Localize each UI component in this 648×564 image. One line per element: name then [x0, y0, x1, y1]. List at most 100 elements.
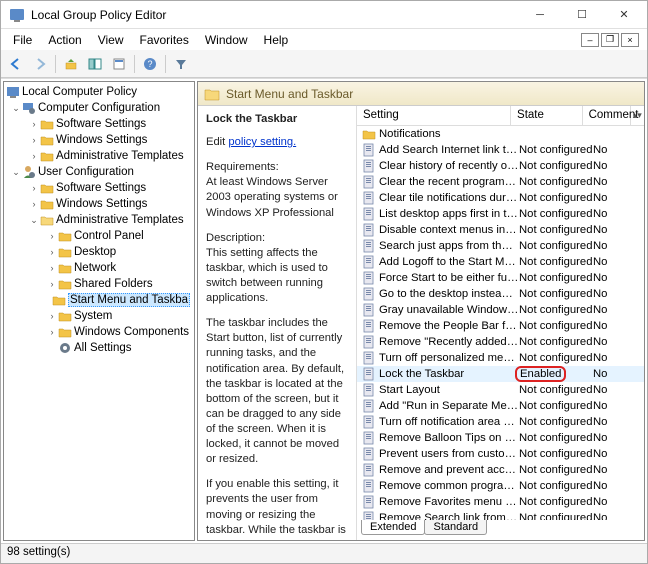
- minimize-button[interactable]: ─: [519, 2, 561, 28]
- expand-icon[interactable]: ›: [28, 135, 40, 145]
- expand-icon[interactable]: ›: [28, 199, 40, 209]
- expand-icon[interactable]: ›: [46, 311, 58, 321]
- expand-icon[interactable]: ⌄: [28, 215, 40, 226]
- tree-item[interactable]: ⌄Administrative Templates: [4, 212, 194, 228]
- expand-icon[interactable]: ›: [28, 119, 40, 129]
- row-state: Not configured: [519, 464, 593, 476]
- policy-item-icon: [361, 495, 377, 509]
- row-setting: Add "Run in Separate Memory...: [379, 400, 519, 412]
- row-setting: Turn off notification area clean...: [379, 416, 519, 428]
- list-row[interactable]: Clear the recent programs list f...Not c…: [357, 174, 644, 190]
- list-row[interactable]: Remove the People Bar from t...Not confi…: [357, 318, 644, 334]
- list-row[interactable]: Turn off notification area clean...Not c…: [357, 414, 644, 430]
- expand-icon[interactable]: ›: [46, 247, 58, 257]
- expand-icon[interactable]: ›: [28, 151, 40, 161]
- tree-item[interactable]: ›Control Panel: [4, 228, 194, 244]
- list-row[interactable]: Remove and prevent access to...Not confi…: [357, 462, 644, 478]
- tree-item[interactable]: ›Software Settings: [4, 116, 194, 132]
- mdi-close-button[interactable]: ×: [621, 33, 639, 47]
- collapse-icon[interactable]: ⌄: [10, 167, 22, 178]
- tree-item[interactable]: ›Windows Components: [4, 324, 194, 340]
- policy-item-icon: [361, 351, 377, 365]
- menu-view[interactable]: View: [90, 31, 132, 49]
- tree-item[interactable]: ›Windows Settings: [4, 132, 194, 148]
- forward-button[interactable]: [29, 53, 51, 75]
- edit-policy-link[interactable]: policy setting.: [228, 136, 296, 148]
- row-setting: Gray unavailable Windows Inst...: [379, 304, 519, 316]
- row-comment: No: [593, 496, 633, 508]
- list-row[interactable]: Disable context menus in the S...Not con…: [357, 222, 644, 238]
- list-row[interactable]: Add Logoff to the Start MenuNot configur…: [357, 254, 644, 270]
- tree-user-config[interactable]: ⌄ User Configuration: [4, 164, 194, 180]
- settings-list: Setting State Comment ▴▾ NotificationsAd…: [356, 106, 644, 540]
- row-comment: No: [593, 448, 633, 460]
- close-button[interactable]: ✕: [603, 2, 645, 28]
- help-button[interactable]: ?: [139, 53, 161, 75]
- expand-icon[interactable]: ›: [46, 279, 58, 289]
- mdi-restore-button[interactable]: ❐: [601, 33, 619, 47]
- policy-item-icon: [361, 255, 377, 269]
- menu-help[interactable]: Help: [256, 31, 297, 49]
- column-comment[interactable]: Comment: [583, 106, 631, 125]
- row-comment: No: [593, 336, 633, 348]
- tree-item[interactable]: ›Software Settings: [4, 180, 194, 196]
- list-row[interactable]: Remove Balloon Tips on Start ...Not conf…: [357, 430, 644, 446]
- row-state: Not configured: [519, 384, 593, 396]
- filter-button[interactable]: [170, 53, 192, 75]
- column-state[interactable]: State: [511, 106, 583, 125]
- folder-icon: [361, 127, 377, 141]
- expand-icon[interactable]: ›: [28, 183, 40, 193]
- tree-pane[interactable]: Local Computer Policy ⌄ Computer Configu…: [3, 81, 195, 541]
- list-row[interactable]: Remove Favorites menu from ...Not config…: [357, 494, 644, 510]
- list-header: Setting State Comment ▴▾: [357, 106, 644, 126]
- tree-item[interactable]: ›Administrative Templates: [4, 148, 194, 164]
- menu-action[interactable]: Action: [40, 31, 89, 49]
- menu-window[interactable]: Window: [197, 31, 256, 49]
- list-row[interactable]: Turn off personalized menusNot configure…: [357, 350, 644, 366]
- list-row[interactable]: Remove Search link from Start ...Not con…: [357, 510, 644, 520]
- list-row[interactable]: Gray unavailable Windows Inst...Not conf…: [357, 302, 644, 318]
- expand-icon[interactable]: ›: [46, 263, 58, 273]
- up-button[interactable]: [60, 53, 82, 75]
- show-hide-tree-button[interactable]: [84, 53, 106, 75]
- list-row[interactable]: Clear tile notifications during l...Not …: [357, 190, 644, 206]
- list-row[interactable]: Start LayoutNot configuredNo: [357, 382, 644, 398]
- list-row[interactable]: Prevent users from customizin...Not conf…: [357, 446, 644, 462]
- tree-computer-config[interactable]: ⌄ Computer Configuration: [4, 100, 194, 116]
- tab-extended[interactable]: Extended: [361, 520, 425, 535]
- list-body[interactable]: NotificationsAdd Search Internet link to…: [357, 126, 644, 520]
- menu-favorites[interactable]: Favorites: [132, 31, 197, 49]
- column-setting[interactable]: Setting: [357, 106, 511, 125]
- tree-item[interactable]: ›Windows Settings: [4, 196, 194, 212]
- collapse-icon[interactable]: ⌄: [10, 103, 22, 114]
- tree-item[interactable]: ›Desktop: [4, 244, 194, 260]
- list-row[interactable]: Remove "Recently added" list f...Not con…: [357, 334, 644, 350]
- list-row[interactable]: Add "Run in Separate Memory...Not config…: [357, 398, 644, 414]
- expand-icon[interactable]: ›: [46, 231, 58, 241]
- list-row[interactable]: Add Search Internet link to Sta...Not co…: [357, 142, 644, 158]
- list-row[interactable]: Lock the TaskbarEnabledNo: [357, 366, 644, 382]
- row-state: Not configured: [519, 208, 593, 220]
- tree-item[interactable]: ›Network: [4, 260, 194, 276]
- row-comment: No: [593, 288, 633, 300]
- list-row[interactable]: Notifications: [357, 126, 644, 142]
- menu-file[interactable]: File: [5, 31, 40, 49]
- tree-root[interactable]: Local Computer Policy: [4, 84, 194, 100]
- expand-icon[interactable]: ›: [46, 327, 58, 337]
- row-state: Not configured: [519, 400, 593, 412]
- properties-button[interactable]: [108, 53, 130, 75]
- mdi-minimize-button[interactable]: –: [581, 33, 599, 47]
- list-row[interactable]: Go to the desktop instead of St...Not co…: [357, 286, 644, 302]
- list-row[interactable]: Clear history of recently opene...Not co…: [357, 158, 644, 174]
- tree-item[interactable]: ›System: [4, 308, 194, 324]
- tree-item[interactable]: ›Shared Folders: [4, 276, 194, 292]
- list-row[interactable]: Remove common program gr...Not configure…: [357, 478, 644, 494]
- tree-item[interactable]: All Settings: [4, 340, 194, 356]
- list-row[interactable]: Force Start to be either full scr...Not …: [357, 270, 644, 286]
- list-row[interactable]: List desktop apps first in the A...Not c…: [357, 206, 644, 222]
- maximize-button[interactable]: ☐: [561, 2, 603, 28]
- tree-item[interactable]: Start Menu and Taskba: [4, 292, 194, 308]
- back-button[interactable]: [5, 53, 27, 75]
- tab-standard[interactable]: Standard: [424, 520, 487, 535]
- list-row[interactable]: Search just apps from the App...Not conf…: [357, 238, 644, 254]
